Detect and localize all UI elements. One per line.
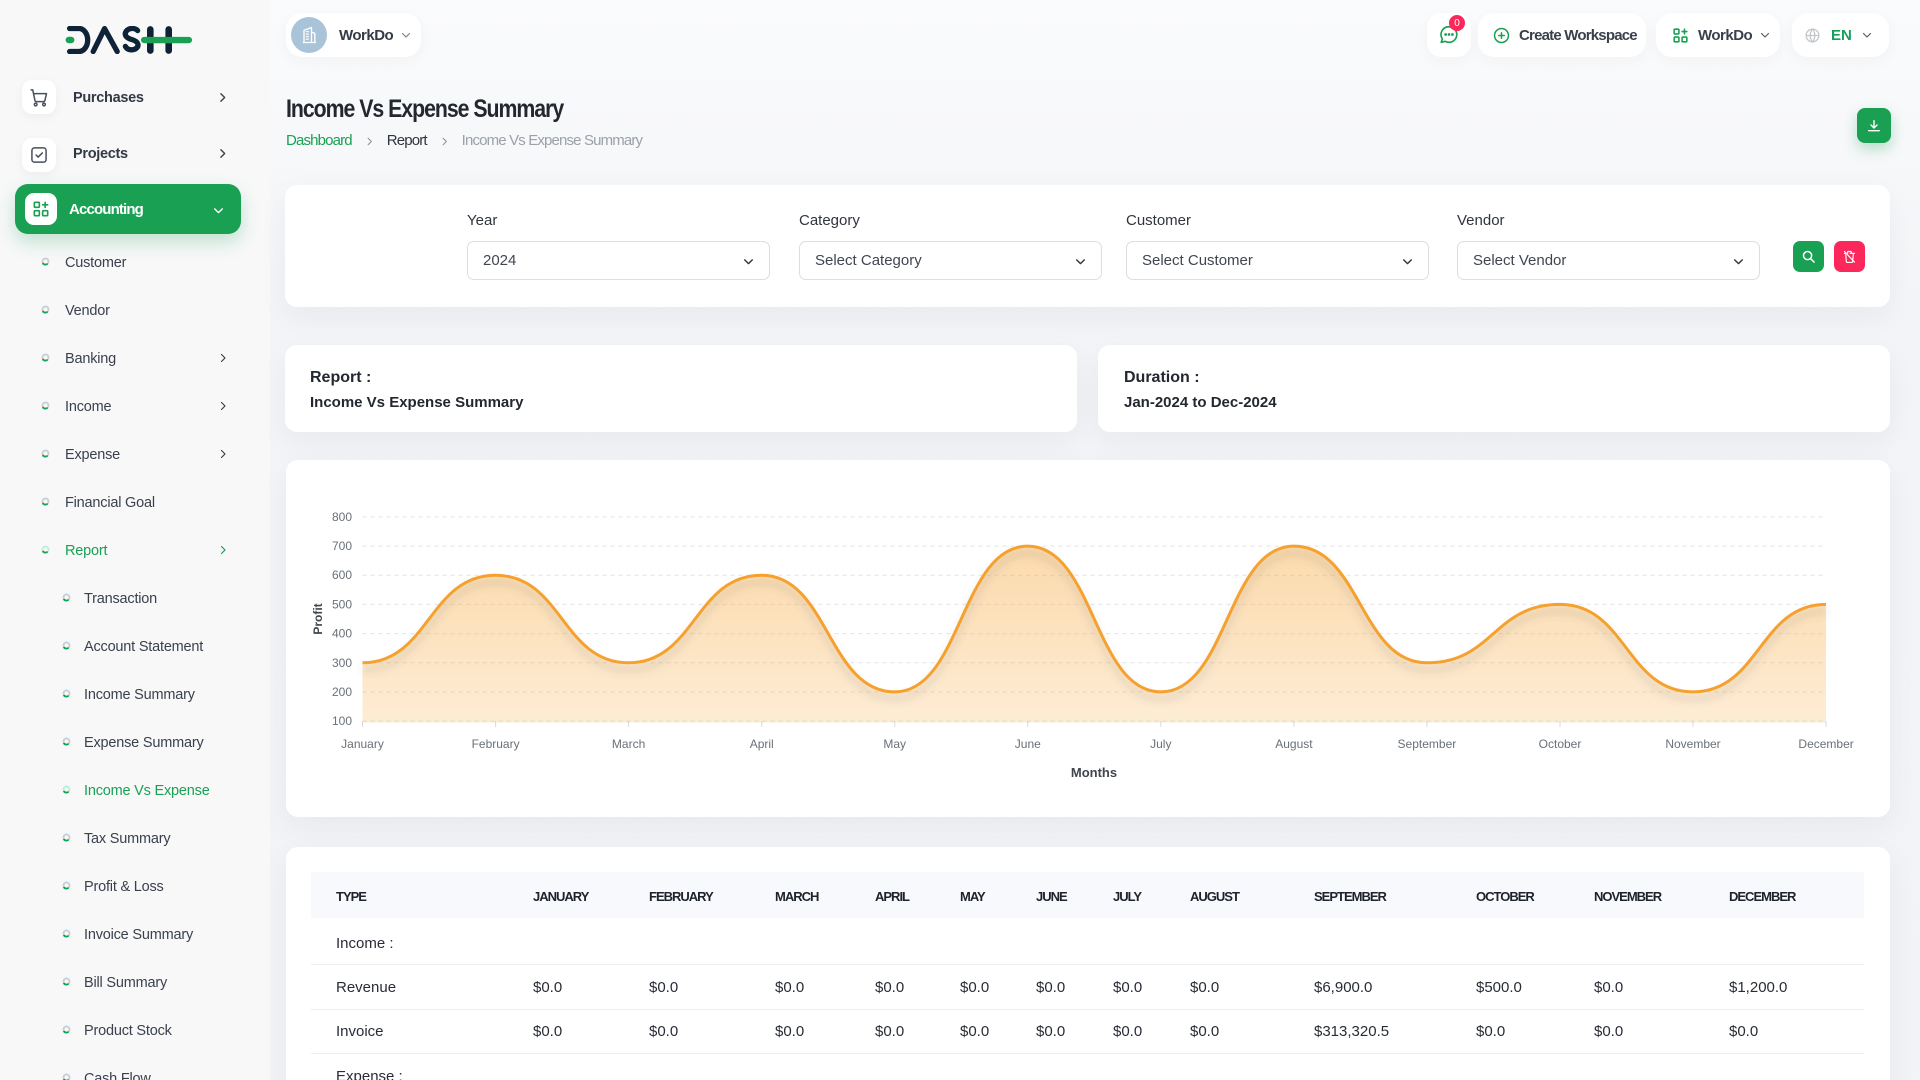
svg-text:July: July (1150, 737, 1171, 751)
svg-text:March: March (612, 737, 645, 751)
svg-text:April: April (750, 737, 774, 751)
svg-text:November: November (1665, 737, 1720, 751)
svg-text:700: 700 (332, 539, 352, 553)
svg-text:May: May (883, 737, 906, 751)
svg-text:January: January (341, 737, 384, 751)
svg-text:500: 500 (332, 597, 352, 611)
svg-text:600: 600 (332, 568, 352, 582)
svg-text:200: 200 (332, 685, 352, 699)
svg-text:October: October (1539, 737, 1582, 751)
svg-text:February: February (472, 737, 520, 751)
svg-text:August: August (1275, 737, 1313, 751)
svg-text:100: 100 (332, 714, 352, 728)
svg-text:September: September (1398, 737, 1457, 751)
svg-text:400: 400 (332, 627, 352, 641)
svg-text:300: 300 (332, 656, 352, 670)
svg-text:June: June (1015, 737, 1041, 751)
svg-text:800: 800 (332, 510, 352, 524)
svg-text:Months: Months (1071, 765, 1117, 780)
svg-text:December: December (1798, 737, 1853, 751)
svg-text:Profit: Profit (311, 603, 325, 634)
